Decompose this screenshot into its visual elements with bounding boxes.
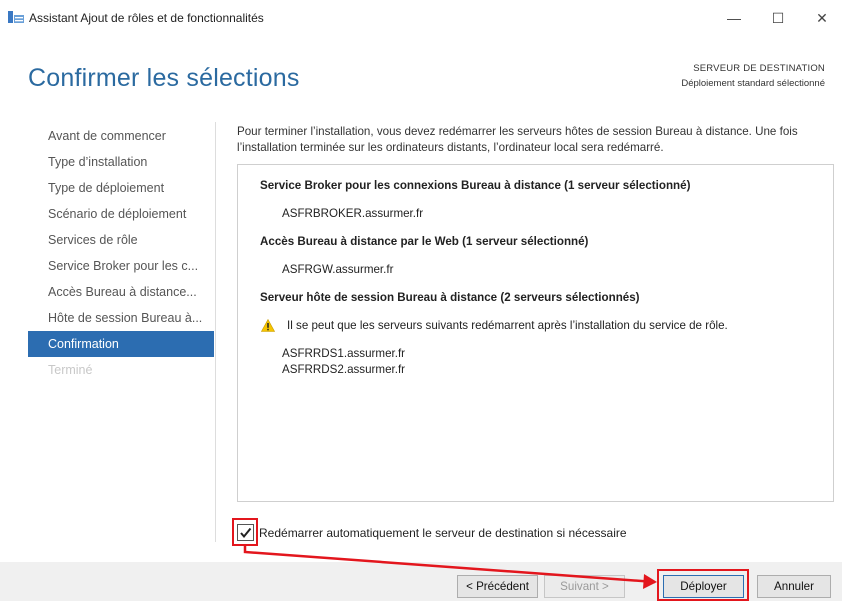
selection-summary-panel: Service Broker pour les connexions Burea… (237, 164, 834, 502)
server-name: ASFRGW.assurmer.fr (282, 263, 394, 276)
restart-automatically-label[interactable]: Redémarrer automatiquement le serveur de… (259, 526, 627, 540)
server-name: ASFRRDS1.assurmer.fr (282, 347, 406, 360)
warning-icon (261, 319, 275, 332)
nav-step-role-services[interactable]: Services de rôle (28, 227, 214, 253)
nav-step-deployment-scenario[interactable]: Scénario de déploiement (28, 201, 214, 227)
cancel-button[interactable]: Annuler (757, 575, 831, 598)
nav-step-connection-broker[interactable]: Service Broker pour les c... (28, 253, 214, 279)
destination-server-value: Déploiement standard sélectionné (681, 78, 825, 89)
section-title-session-host: Serveur hôte de session Bureau à distanc… (260, 291, 640, 304)
server-name: ASFRBROKER.assurmer.fr (282, 207, 424, 220)
previous-button[interactable]: < Précédent (457, 575, 538, 598)
close-button[interactable]: ✕ (800, 6, 842, 30)
title-bar: Assistant Ajout de rôles et de fonctionn… (0, 0, 842, 36)
wizard-steps-nav: Avant de commencer Type d’installation T… (28, 123, 214, 383)
nav-step-deployment-type[interactable]: Type de déploiement (28, 175, 214, 201)
nav-step-confirmation[interactable]: Confirmation (28, 331, 214, 357)
server-manager-icon (8, 11, 24, 23)
nav-step-finished: Terminé (48, 363, 93, 377)
page-title: Confirmer les sélections (28, 64, 300, 92)
highlight-box-checkbox (232, 518, 258, 546)
nav-step-before-you-begin[interactable]: Avant de commencer (28, 123, 214, 149)
highlight-box-deploy (657, 569, 749, 601)
restart-warning-text: Il se peut que les serveurs suivants red… (287, 319, 728, 332)
nav-step-installation-type[interactable]: Type d’installation (28, 149, 214, 175)
next-button: Suivant > (544, 575, 625, 598)
nav-step-web-access[interactable]: Accès Bureau à distance... (28, 279, 214, 305)
minimize-button[interactable]: — (712, 6, 756, 30)
section-title-connection-broker: Service Broker pour les connexions Burea… (260, 179, 691, 192)
wizard-header: Confirmer les sélections SERVEUR DE DEST… (0, 36, 842, 116)
destination-server-label: SERVEUR DE DESTINATION (693, 63, 825, 74)
server-name: ASFRRDS2.assurmer.fr (282, 363, 406, 376)
nav-divider (215, 122, 216, 542)
restart-notice: Pour terminer l’installation, vous devez… (237, 125, 798, 154)
window-title: Assistant Ajout de rôles et de fonctionn… (29, 11, 264, 25)
maximize-button[interactable]: ☐ (756, 6, 800, 30)
nav-step-session-host[interactable]: Hôte de session Bureau à... (28, 305, 214, 331)
section-title-web-access: Accès Bureau à distance par le Web (1 se… (260, 235, 589, 248)
